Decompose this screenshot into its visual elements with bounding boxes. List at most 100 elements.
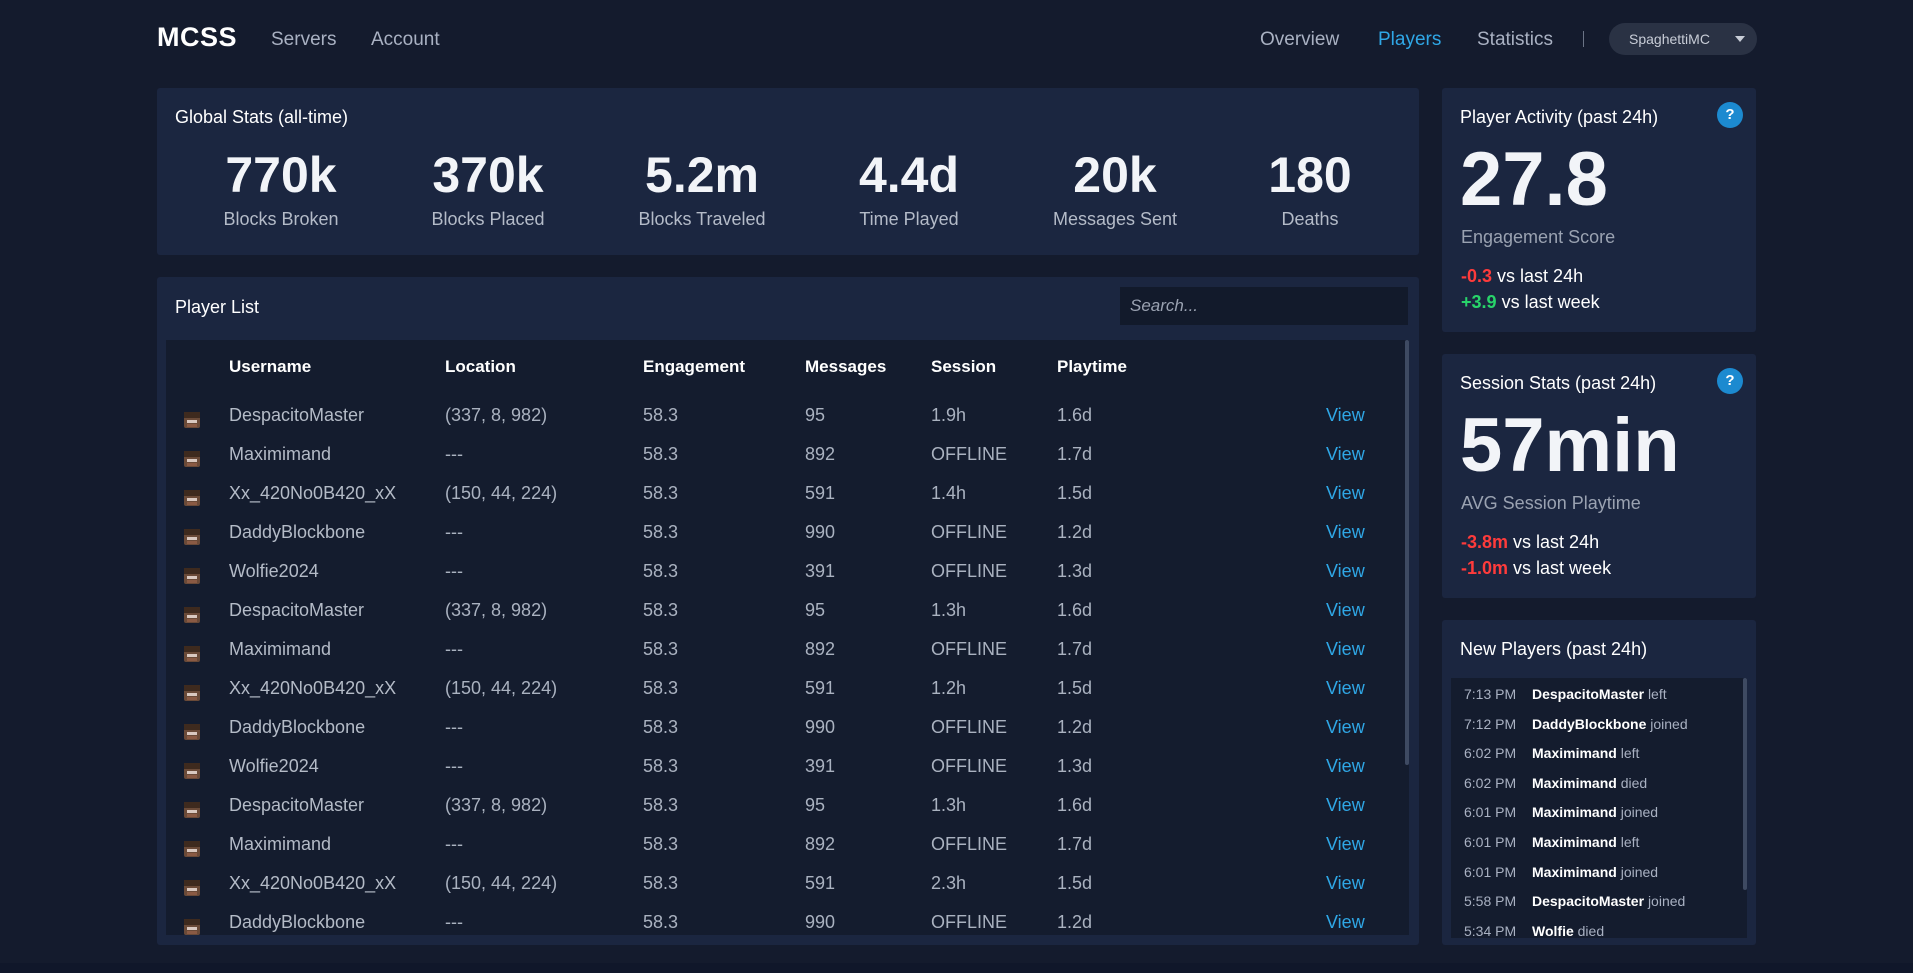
playtime-cell: 1.5d [1057, 483, 1093, 503]
location-cell: --- [445, 561, 463, 581]
nav-link-account[interactable]: Account [371, 29, 440, 51]
view-player-link[interactable]: View [1326, 834, 1365, 855]
column-header-playtime[interactable]: Playtime [1057, 357, 1127, 377]
engagement-cell: 58.3 [643, 600, 679, 620]
location-cell: --- [445, 834, 463, 854]
event-action: joined [1620, 863, 1659, 880]
column-header-engagement[interactable]: Engagement [643, 357, 745, 377]
nav-link-overview[interactable]: Overview [1260, 29, 1339, 51]
view-player-link[interactable]: View [1326, 600, 1365, 621]
column-header-session[interactable]: Session [931, 357, 996, 377]
player-head-icon [184, 802, 200, 818]
new-players-scrollbar[interactable] [1743, 678, 1747, 890]
server-select-dropdown[interactable]: SpaghettiMC [1609, 23, 1757, 55]
table-row: DaddyBlockbone --- 58.3 990 OFFLINE 1.2d View [166, 717, 1396, 756]
event-player-name[interactable]: Maximimand [1532, 864, 1617, 880]
feed-event: 6:01 PM Maximimand joined [1464, 864, 1658, 880]
nav-link-statistics[interactable]: Statistics [1477, 29, 1553, 51]
messages-cell: 892 [805, 444, 836, 464]
event-action: left [1620, 745, 1640, 762]
event-player-name[interactable]: Maximimand [1532, 775, 1617, 791]
event-player-name[interactable]: Maximimand [1532, 834, 1617, 850]
nav-link-players[interactable]: Players [1378, 29, 1441, 51]
engagement-cell: 58.3 [643, 678, 679, 698]
playtime-cell: 1.2d [1057, 717, 1093, 737]
session-cell: 1.2h [931, 678, 967, 698]
view-player-link[interactable]: View [1326, 561, 1365, 582]
session-cell: 1.4h [931, 483, 967, 503]
view-player-link[interactable]: View [1326, 756, 1365, 777]
location-cell: (150, 44, 224) [445, 873, 558, 893]
event-player-name[interactable]: Maximimand [1532, 745, 1617, 761]
event-time: 6:01 PM [1464, 863, 1517, 880]
event-player-name[interactable]: Wolfie [1532, 923, 1574, 939]
username-cell: DespacitoMaster [229, 600, 365, 620]
session-stats-help-icon[interactable]: ? [1717, 368, 1743, 394]
server-select-value: SpaghettiMC [1629, 31, 1710, 47]
username-cell: DespacitoMaster [229, 405, 365, 425]
event-time: 5:34 PM [1464, 922, 1517, 939]
session-delta-week-text: vs last week [1513, 558, 1612, 578]
event-time: 6:02 PM [1464, 745, 1517, 762]
feed-event: 5:34 PM Wolfie died [1464, 923, 1604, 939]
event-player-name[interactable]: DaddyBlockbone [1532, 716, 1646, 732]
username-cell: DaddyBlockbone [229, 522, 366, 542]
view-player-link[interactable]: View [1326, 522, 1365, 543]
feed-event: 5:58 PM DespacitoMaster joined [1464, 893, 1685, 909]
location-cell: --- [445, 444, 463, 464]
view-player-link[interactable]: View [1326, 717, 1365, 738]
engagement-score-value: 27.8 [1460, 137, 1608, 222]
event-time: 7:13 PM [1464, 686, 1517, 702]
stat-deaths: 180 Deaths [1210, 145, 1410, 230]
messages-cell: 591 [805, 483, 836, 503]
stat-label: Deaths [1281, 209, 1339, 229]
stat-label: Messages Sent [1052, 209, 1178, 229]
view-player-link[interactable]: View [1326, 873, 1365, 894]
table-row: Maximimand --- 58.3 892 OFFLINE 1.7d View [166, 639, 1396, 678]
event-player-name[interactable]: DespacitoMaster [1532, 686, 1644, 702]
table-row: DespacitoMaster (337, 8, 982) 58.3 95 1.3h 1.… [166, 600, 1396, 639]
table-row: Maximimand --- 58.3 892 OFFLINE 1.7d View [166, 444, 1396, 483]
player-activity-help-icon[interactable]: ? [1717, 102, 1743, 128]
event-action: left [1620, 834, 1640, 850]
session-delta-week: -1.0m vs last week [1461, 558, 1611, 579]
messages-cell: 95 [805, 600, 826, 620]
brand-logo[interactable]: MCSS [157, 22, 237, 53]
player-head-icon [184, 724, 200, 740]
player-head-icon [184, 880, 200, 896]
engagement-cell: 58.3 [643, 795, 679, 815]
view-player-link[interactable]: View [1326, 639, 1365, 660]
player-list-scrollbar[interactable] [1405, 340, 1409, 765]
table-row: DaddyBlockbone --- 58.3 990 OFFLINE 1.2d View [166, 912, 1396, 951]
view-player-link[interactable]: View [1326, 795, 1365, 816]
chevron-down-icon [1735, 36, 1745, 42]
bottom-strip [0, 963, 1913, 973]
session-cell: OFFLINE [931, 639, 1008, 659]
view-player-link[interactable]: View [1326, 444, 1365, 465]
engagement-cell: 58.3 [643, 912, 679, 932]
view-player-link[interactable]: View [1326, 405, 1365, 426]
event-player-name[interactable]: Maximimand [1532, 804, 1617, 820]
player-head-icon [184, 568, 200, 584]
session-cell: 1.9h [931, 405, 967, 425]
playtime-cell: 1.5d [1057, 873, 1093, 893]
global-stats-title: Global Stats (all-time) [175, 107, 349, 127]
event-player-name[interactable]: DespacitoMaster [1532, 893, 1644, 909]
event-time: 7:12 PM [1464, 715, 1517, 732]
top-navbar: MCSS Servers Account Overview Players St… [0, 0, 1913, 78]
username-cell: Wolfie2024 [229, 756, 319, 776]
table-row: Maximimand --- 58.3 892 OFFLINE 1.7d View [166, 834, 1396, 873]
view-player-link[interactable]: View [1326, 678, 1365, 699]
view-player-link[interactable]: View [1326, 483, 1365, 504]
column-header-messages[interactable]: Messages [805, 357, 886, 377]
username-cell: Xx_420No0B420_xX [229, 483, 397, 503]
player-head-icon [184, 646, 200, 662]
nav-link-servers[interactable]: Servers [271, 29, 336, 51]
column-header-username[interactable]: Username [229, 357, 311, 377]
player-search-input[interactable] [1120, 287, 1408, 325]
playtime-cell: 1.5d [1057, 678, 1093, 698]
feed-event: 6:02 PM Maximimand died [1464, 775, 1647, 791]
playtime-cell: 1.7d [1057, 639, 1093, 659]
column-header-location[interactable]: Location [445, 357, 516, 377]
view-player-link[interactable]: View [1326, 912, 1365, 933]
